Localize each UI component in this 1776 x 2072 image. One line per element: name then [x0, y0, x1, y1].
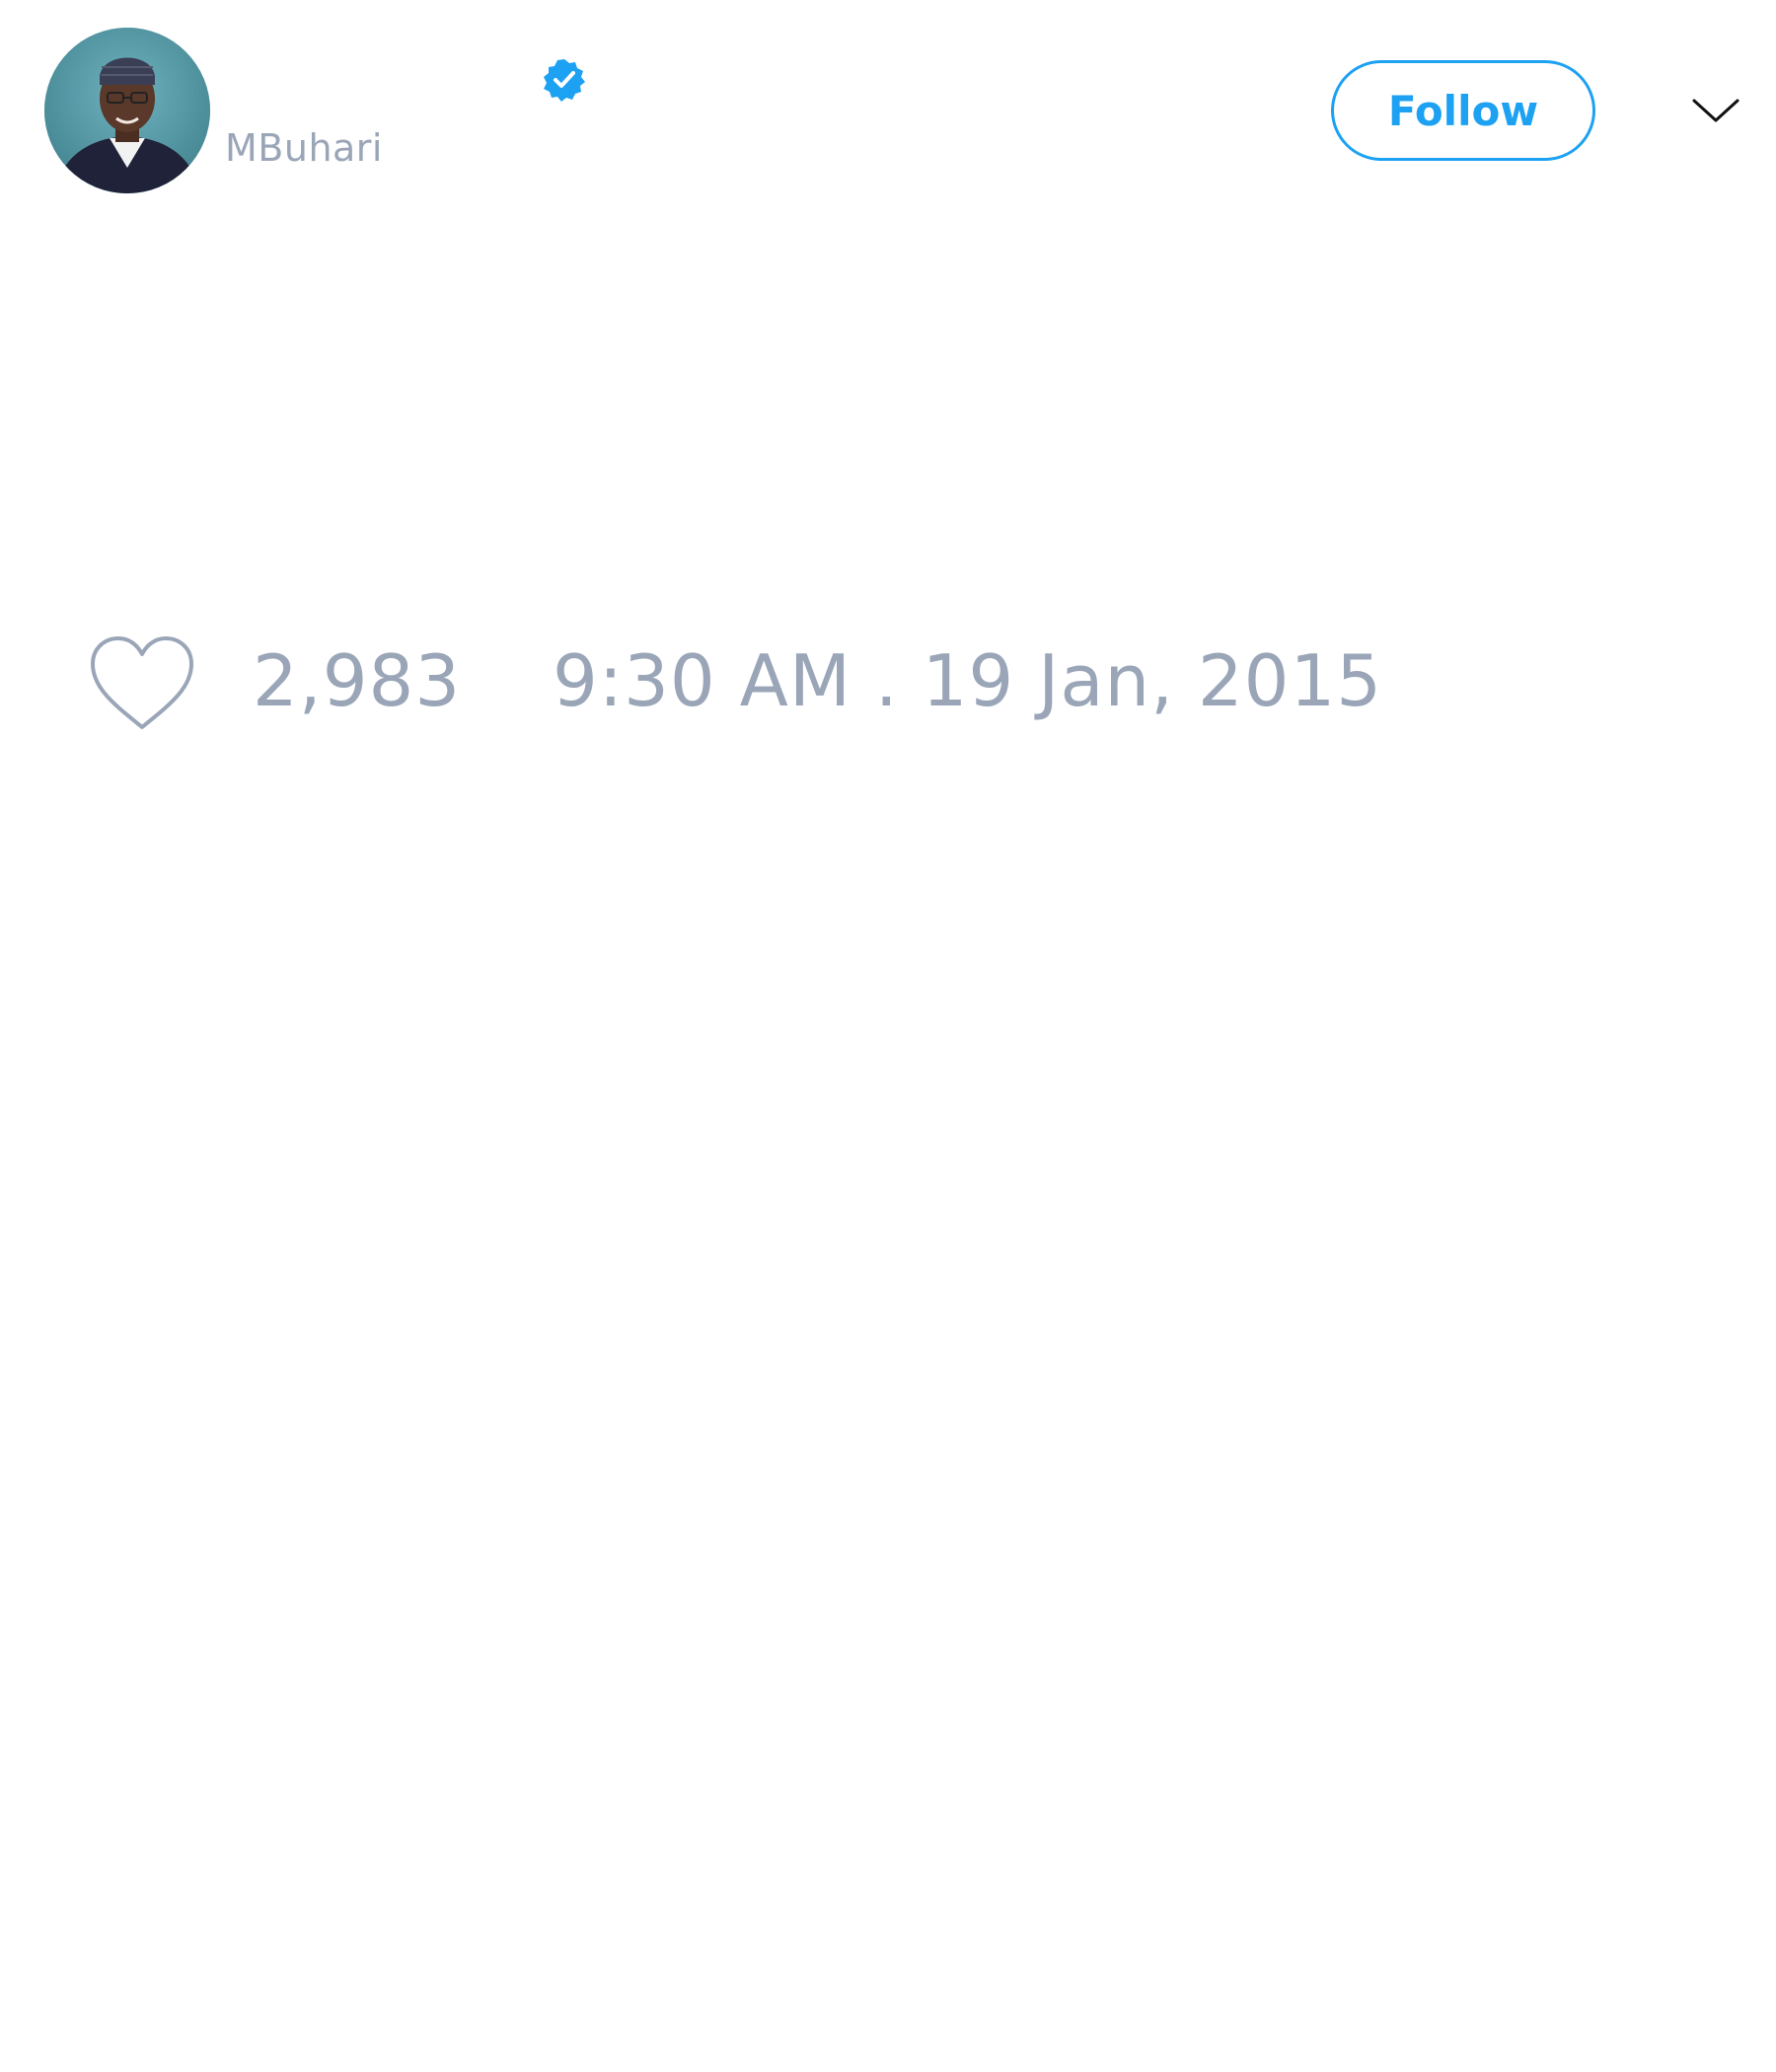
avatar-portrait-image [44, 28, 210, 193]
user-handle[interactable]: MBuhari [225, 126, 383, 170]
follow-button[interactable]: Follow [1331, 60, 1595, 161]
heart-outline-icon[interactable] [89, 634, 195, 733]
chevron-down-icon[interactable] [1691, 91, 1740, 130]
avatar[interactable] [44, 28, 210, 193]
verified-badge-icon [544, 59, 585, 102]
tweet-timestamp[interactable]: 9:30 AM . 19 Jan, 2015 [553, 639, 1382, 722]
like-count[interactable]: 2,983 [253, 639, 461, 722]
tweet-card: MBuhari Follow 2,983 9:30 AM . 19 Jan, 2… [0, 0, 1776, 2072]
